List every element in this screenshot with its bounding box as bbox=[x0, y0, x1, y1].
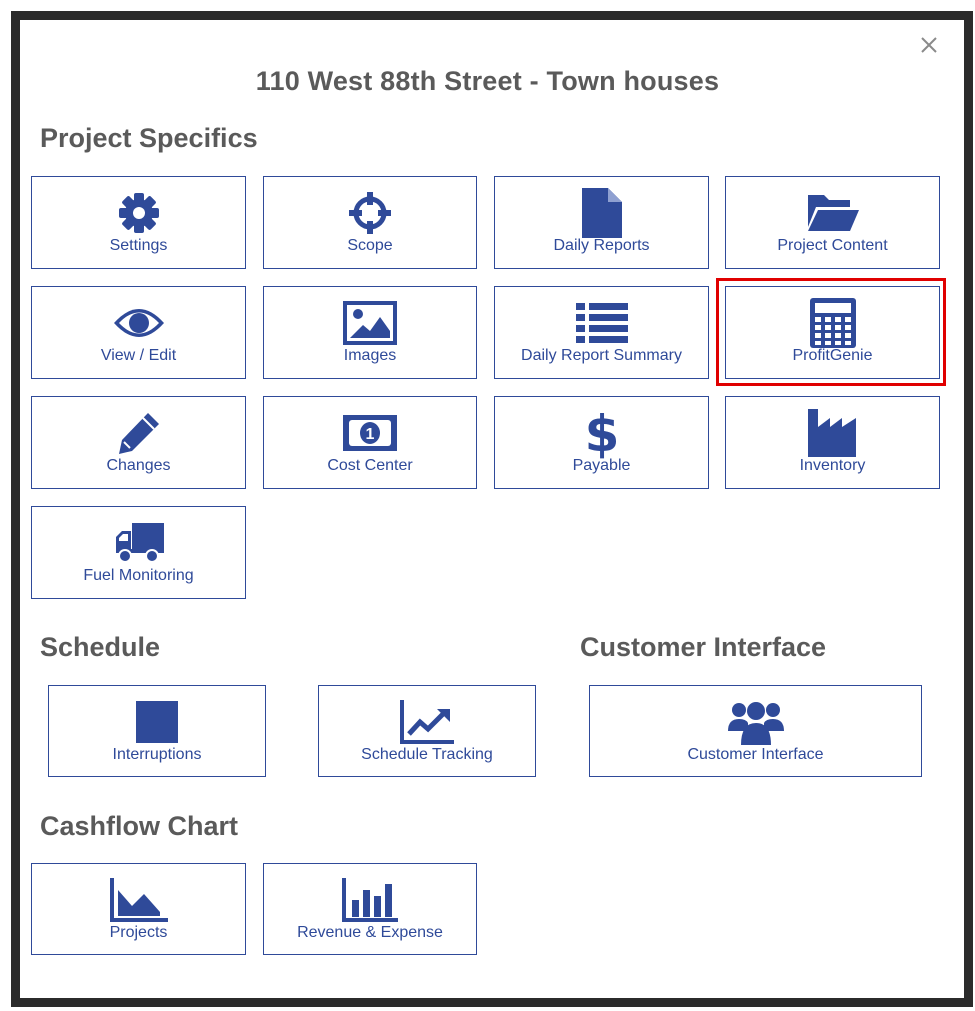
svg-text:1: 1 bbox=[366, 426, 375, 443]
industry-icon bbox=[726, 407, 939, 459]
dollar-icon: $ bbox=[495, 407, 708, 459]
close-icon[interactable] bbox=[918, 34, 940, 56]
profitgenie-highlight bbox=[716, 278, 946, 386]
folder-open-icon bbox=[726, 187, 939, 239]
customer-interface-button[interactable]: Customer Interface bbox=[589, 685, 922, 777]
scope-button[interactable]: Scope bbox=[263, 176, 477, 269]
section-project-specifics: Project Specifics bbox=[40, 123, 258, 153]
revenue-expense-label: Revenue & Expense bbox=[297, 924, 443, 941]
projects-label: Projects bbox=[109, 924, 168, 941]
truck-icon bbox=[32, 517, 245, 569]
pencil-icon bbox=[32, 407, 245, 459]
settings-button[interactable]: Settings bbox=[31, 176, 246, 269]
daily-report-summary-label: Daily Report Summary bbox=[521, 347, 682, 364]
gear-icon bbox=[32, 187, 245, 239]
project-content-label: Project Content bbox=[777, 237, 888, 254]
section-schedule: Schedule bbox=[40, 632, 161, 662]
interruptions-label: Interruptions bbox=[112, 746, 202, 763]
fuel-monitoring-label: Fuel Monitoring bbox=[83, 567, 194, 584]
changes-label: Changes bbox=[106, 457, 171, 474]
interruptions-button[interactable]: Interruptions bbox=[48, 685, 266, 777]
settings-label: Settings bbox=[109, 237, 168, 254]
schedule-tracking-label: Schedule Tracking bbox=[361, 746, 493, 763]
dialog-title: 110 West 88th Street - Town houses bbox=[255, 66, 720, 96]
inventory-button[interactable]: Inventory bbox=[725, 396, 940, 489]
document-icon bbox=[495, 187, 708, 239]
project-content-button[interactable]: Project Content bbox=[725, 176, 940, 269]
payable-button[interactable]: $ Payable bbox=[494, 396, 709, 489]
daily-reports-label: Daily Reports bbox=[553, 237, 650, 254]
bar-chart-icon bbox=[264, 874, 476, 926]
daily-reports-button[interactable]: Daily Reports bbox=[494, 176, 709, 269]
section-customer-interface: Customer Interface bbox=[580, 632, 827, 662]
list-icon bbox=[495, 297, 708, 349]
money-icon: 1 bbox=[264, 407, 476, 459]
payable-label: Payable bbox=[572, 457, 631, 474]
daily-report-summary-button[interactable]: Daily Report Summary bbox=[494, 286, 709, 379]
schedule-tracking-button[interactable]: Schedule Tracking bbox=[318, 685, 536, 777]
square-icon bbox=[49, 696, 265, 748]
revenue-expense-button[interactable]: Revenue & Expense bbox=[263, 863, 477, 955]
fuel-monitoring-button[interactable]: Fuel Monitoring bbox=[31, 506, 246, 599]
view-edit-button[interactable]: View / Edit bbox=[31, 286, 246, 379]
projects-button[interactable]: Projects bbox=[31, 863, 246, 955]
cost-center-label: Cost Center bbox=[327, 457, 413, 474]
image-icon bbox=[264, 297, 476, 349]
eye-icon bbox=[32, 297, 245, 349]
line-chart-icon bbox=[319, 696, 535, 748]
customer-interface-label: Customer Interface bbox=[687, 746, 824, 763]
cost-center-button[interactable]: 1 Cost Center bbox=[263, 396, 477, 489]
section-cashflow-chart: Cashflow Chart bbox=[40, 811, 239, 841]
users-icon bbox=[590, 696, 921, 748]
view-edit-label: View / Edit bbox=[100, 347, 177, 364]
images-button[interactable]: Images bbox=[263, 286, 477, 379]
area-chart-icon bbox=[32, 874, 245, 926]
inventory-label: Inventory bbox=[799, 457, 866, 474]
crosshairs-icon bbox=[264, 187, 476, 239]
changes-button[interactable]: Changes bbox=[31, 396, 246, 489]
scope-label: Scope bbox=[347, 237, 393, 254]
images-label: Images bbox=[343, 347, 397, 364]
svg-text:$: $ bbox=[585, 407, 619, 459]
